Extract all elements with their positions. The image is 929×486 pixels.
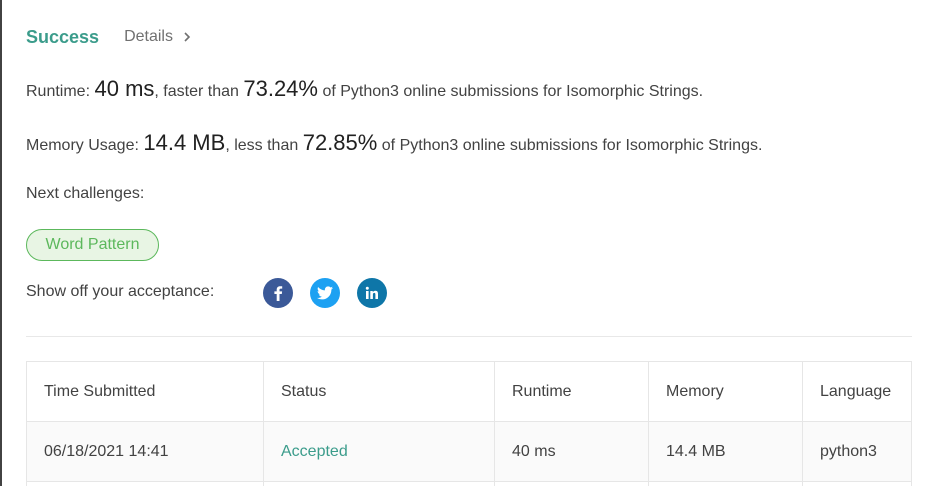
linkedin-glyph (365, 286, 378, 299)
memory-value: 14.4 MB (143, 130, 226, 155)
share-label: Show off your acceptance: (26, 283, 215, 300)
memory-comparison: , less than (225, 137, 299, 154)
cell-runtime: 40 ms (495, 422, 649, 481)
cell-empty (495, 482, 649, 486)
twitter-glyph (317, 286, 333, 300)
cell-language: python3 (820, 442, 877, 460)
cell-status: Accepted (264, 422, 495, 481)
success-status: Success (26, 26, 100, 47)
column-header-time: Time Submitted (27, 362, 264, 421)
details-link[interactable]: Details (124, 28, 193, 46)
table-row: 06/18/2021 14:41 Accepted 40 ms 14.4 MB … (27, 422, 911, 482)
cell-empty (27, 482, 264, 486)
column-header-status: Status (264, 362, 495, 421)
memory-label: Memory Usage: (26, 137, 139, 154)
runtime-suffix: of Python3 online submissions for Isomor… (322, 83, 704, 100)
cell-time-submitted: 06/18/2021 14:41 (27, 422, 264, 481)
table-header-row: Time Submitted Status Runtime Memory Lan… (27, 362, 911, 422)
details-label: Details (124, 28, 173, 45)
twitter-icon[interactable] (310, 278, 340, 308)
memory-summary: Memory Usage: 14.4 MB, less than 72.85% … (26, 130, 762, 156)
result-header: Success Details (26, 24, 193, 50)
runtime-label: Runtime: (26, 83, 91, 100)
table-row-partial (27, 482, 911, 486)
cell-empty (803, 482, 911, 486)
runtime-percent: 73.24% (243, 76, 318, 101)
runtime-comparison: , faster than (154, 83, 239, 100)
chevron-right-icon (184, 32, 191, 42)
column-header-runtime: Runtime (495, 362, 649, 421)
facebook-icon[interactable] (263, 278, 293, 308)
section-divider (26, 336, 912, 337)
memory-suffix: of Python3 online submissions for Isomor… (381, 137, 763, 154)
memory-percent: 72.85% (302, 130, 378, 155)
column-header-language: Language (820, 382, 892, 400)
cell-memory: 14.4 MB (649, 422, 803, 481)
cell-empty (649, 482, 803, 486)
next-challenges-label: Next challenges: (26, 185, 145, 202)
submissions-table: Time Submitted Status Runtime Memory Lan… (26, 361, 912, 486)
column-header-memory: Memory (649, 362, 803, 421)
cell-empty (264, 482, 495, 486)
submission-result-panel: Success Details Runtime: 40 ms, faster t… (0, 0, 929, 486)
runtime-value: 40 ms (94, 76, 155, 101)
facebook-glyph (274, 286, 283, 301)
next-challenge-word-pattern[interactable]: Word Pattern (26, 229, 159, 261)
status-accepted-link[interactable]: Accepted (281, 443, 348, 461)
runtime-summary: Runtime: 40 ms, faster than 73.24% of Py… (26, 76, 703, 102)
linkedin-icon[interactable] (357, 278, 387, 308)
